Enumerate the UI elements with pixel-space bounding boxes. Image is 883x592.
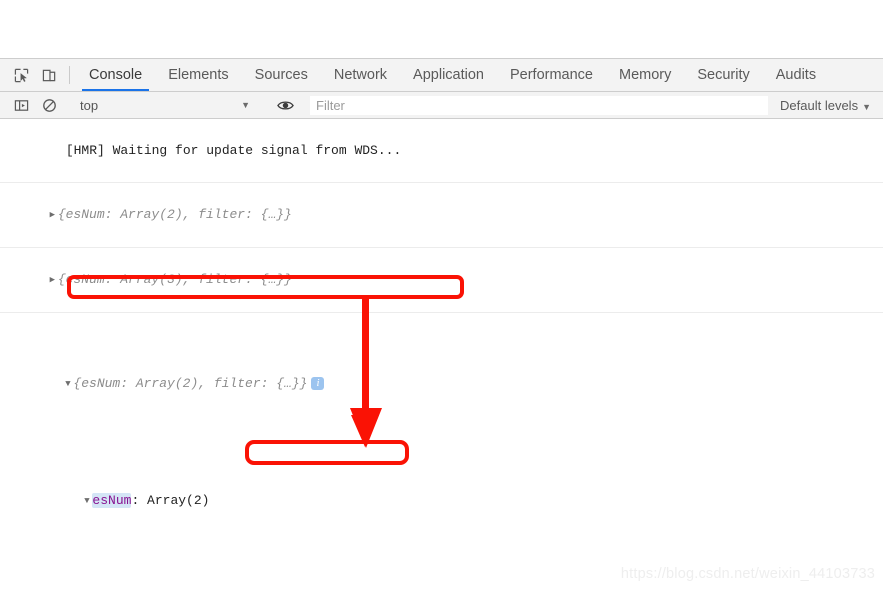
- device-toolbar-icon[interactable]: [35, 59, 63, 91]
- info-badge-icon[interactable]: i: [311, 377, 325, 390]
- clear-console-icon[interactable]: [35, 98, 63, 113]
- disclosure-triangle-icon[interactable]: ▶: [47, 206, 58, 225]
- toolbar-divider: [69, 66, 70, 84]
- tab-console-label: Console: [89, 67, 143, 83]
- tab-console[interactable]: Console: [76, 59, 155, 91]
- execution-context-value: top: [80, 97, 99, 113]
- disclosure-triangle-icon[interactable]: ▼: [62, 374, 73, 394]
- group-a-item-0[interactable]: ▶0: {country: "USA", esNumber: 1000000}: [0, 588, 883, 592]
- console-sidebar-icon-glyph: [14, 99, 28, 111]
- tab-audits-label: Audits: [775, 67, 817, 83]
- console-message-collapsed-2[interactable]: ▶ {esNum: Array(3), filter: {…}}: [0, 248, 883, 313]
- tab-application-label: Application: [413, 67, 484, 83]
- devtools-window: Console Elements Sources Network Applica…: [0, 58, 883, 592]
- tab-performance[interactable]: Performance: [497, 59, 606, 91]
- property-value-esnum: Array(2): [147, 493, 210, 508]
- tab-memory[interactable]: Memory: [606, 59, 684, 91]
- console-message-collapsed-1[interactable]: ▶ {esNum: Array(2), filter: {…}}: [0, 183, 883, 248]
- tab-memory-label: Memory: [619, 67, 672, 83]
- console-sidebar-icon[interactable]: [7, 98, 35, 113]
- tab-audits[interactable]: Audits: [763, 59, 829, 91]
- inspect-element-icon[interactable]: [7, 59, 35, 91]
- hmr-text: [HMR] Waiting for update signal from WDS…: [65, 143, 402, 158]
- tab-security-label: Security: [697, 67, 750, 83]
- console-output[interactable]: [HMR] Waiting for update signal from WDS…: [0, 119, 883, 592]
- tab-elements-label: Elements: [168, 67, 229, 83]
- tab-sources[interactable]: Sources: [242, 59, 321, 91]
- chevron-down-icon: ▼: [862, 101, 871, 112]
- chevron-down-icon: ▼: [241, 100, 250, 110]
- clear-console-icon-glyph: [42, 98, 56, 112]
- object-preview: {esNum: Array(2), filter: {…}}: [73, 376, 308, 391]
- eye-icon-glyph: [276, 100, 294, 110]
- log-levels-dropdown[interactable]: Default levels ▼: [772, 98, 883, 113]
- disclosure-triangle-icon[interactable]: ▼: [81, 491, 92, 511]
- tab-performance-label: Performance: [509, 67, 593, 83]
- group-a-esnum-row[interactable]: ▼ esNum: Array(2): [0, 471, 883, 531]
- object-preview: {esNum: Array(3), filter: {…}}: [57, 272, 292, 287]
- tab-elements[interactable]: Elements: [155, 59, 241, 91]
- watermark-url: https://blog.csdn.net/weixin_44103733: [620, 566, 875, 582]
- disclosure-triangle-icon[interactable]: ▶: [47, 271, 58, 290]
- live-expression-eye-icon[interactable]: [271, 98, 299, 113]
- console-message-hmr: [HMR] Waiting for update signal from WDS…: [0, 119, 883, 183]
- devtools-tabstrip: Console Elements Sources Network Applica…: [0, 59, 883, 92]
- filter-input[interactable]: [310, 95, 769, 115]
- page-viewport-blank: [0, 0, 883, 58]
- property-key-esnum: esNum: [92, 493, 132, 508]
- tab-sources-label: Sources: [254, 67, 308, 83]
- tab-security[interactable]: Security: [684, 59, 762, 91]
- device-toolbar-icon-glyph: [42, 69, 55, 81]
- object-preview: {esNum: Array(2), filter: {…}}: [57, 207, 292, 222]
- inspect-element-icon-glyph: [14, 68, 28, 82]
- execution-context-select[interactable]: top ▼: [74, 98, 260, 113]
- tab-network-label: Network: [333, 67, 388, 83]
- log-levels-label: Default levels: [780, 97, 859, 113]
- console-message-group-a[interactable]: ▼ {esNum: Array(2), filter: {…}} i ▼ esNum:…: [0, 313, 883, 592]
- group-a-header[interactable]: ▼ {esNum: Array(2), filter: {…}} i: [0, 354, 883, 414]
- tab-network[interactable]: Network: [321, 59, 400, 91]
- tab-application[interactable]: Application: [400, 59, 497, 91]
- console-filter-toolbar: top ▼ Default levels▼: [0, 92, 883, 119]
